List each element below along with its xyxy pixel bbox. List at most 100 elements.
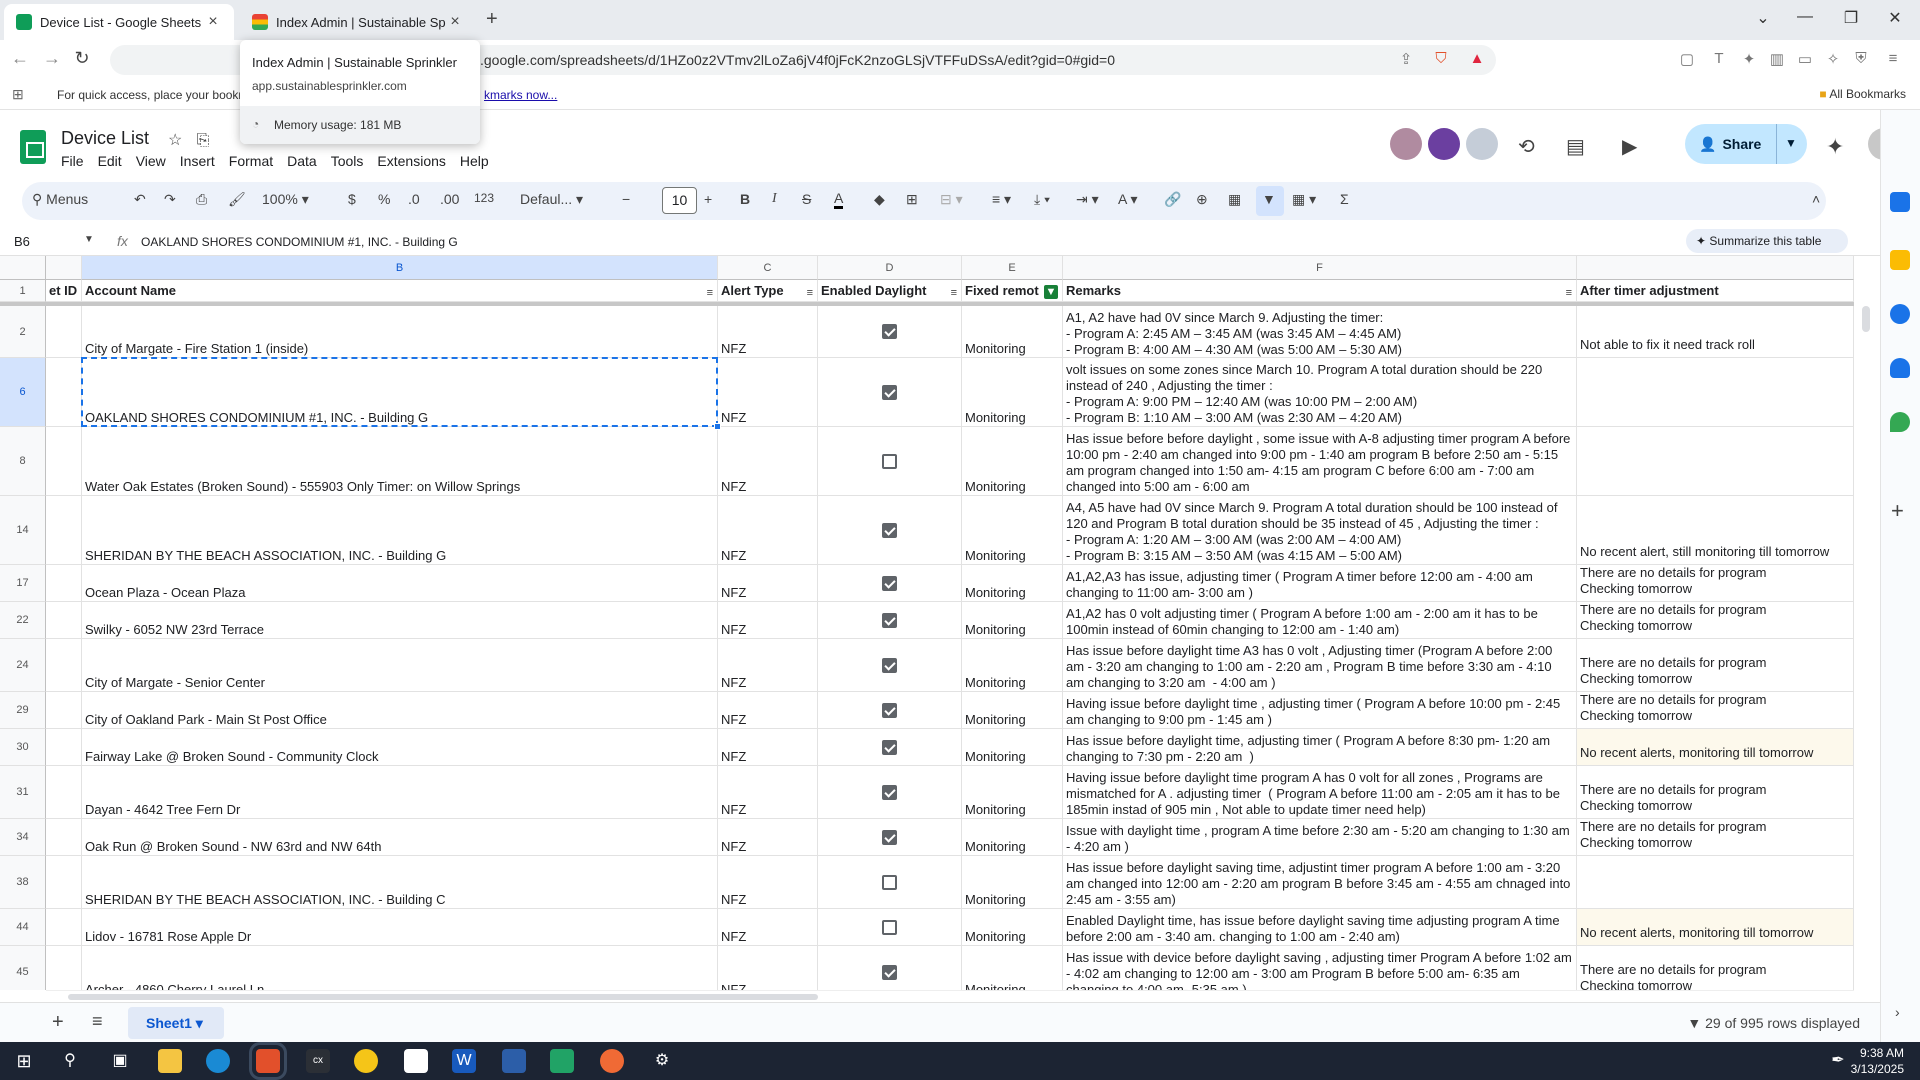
brave-shield-icon[interactable]: ⛉	[1430, 50, 1452, 67]
cell-e[interactable]: Monitoring	[962, 358, 1063, 427]
cell-f[interactable]: Has issue before daylight saving time, a…	[1063, 856, 1577, 909]
cell-f[interactable]: Has issue before daylight time, adjustin…	[1063, 729, 1577, 766]
row-header[interactable]: 24	[0, 639, 46, 692]
add-addon-icon[interactable]: +	[1891, 498, 1904, 524]
enabled-daylight-checkbox[interactable]	[882, 702, 897, 718]
task-view-icon[interactable]: ▣	[108, 1049, 132, 1073]
brave-rewards-icon[interactable]: ▲	[1466, 50, 1488, 67]
formula-input[interactable]: OAKLAND SHORES CONDOMINIUM #1, INC. - Bu…	[141, 235, 458, 249]
cell-g[interactable]: There are no details for program Checkin…	[1577, 565, 1854, 602]
cell-b[interactable]: City of Oakland Park - Main St Post Offi…	[82, 692, 718, 729]
cell-f[interactable]: A4, A5 have had 0V since March 9. Progra…	[1063, 496, 1577, 565]
back-icon[interactable]: ←	[8, 48, 32, 69]
cell-g[interactable]	[1577, 856, 1854, 909]
cell-g[interactable]: No recent alerts, monitoring till tomorr…	[1577, 729, 1854, 766]
col-d-header[interactable]: D	[818, 256, 962, 280]
font-select[interactable]: Defaul... ▾	[520, 191, 583, 208]
share-page-icon[interactable]: ⇪	[1395, 50, 1417, 68]
app-icon[interactable]: cx	[306, 1049, 330, 1073]
menu-insert[interactable]: Insert	[180, 153, 215, 169]
sheet-tab[interactable]: Sheet1 ▾	[128, 1007, 224, 1039]
borders-icon[interactable]: ⊞	[906, 191, 918, 208]
close-tab-icon[interactable]: ×	[446, 13, 464, 31]
collapse-toolbar-icon[interactable]: ˄	[1812, 191, 1820, 207]
settings-icon[interactable]: ⚙	[650, 1049, 674, 1073]
redo-icon[interactable]: ↷	[164, 191, 176, 208]
cell-g[interactable]: There are no details for program Checkin…	[1577, 602, 1854, 639]
cell-b[interactable]: Oak Run @ Broken Sound - NW 63rd and NW …	[82, 819, 718, 856]
cell-b[interactable]: City of Margate - Fire Station 1 (inside…	[82, 306, 718, 358]
row-header[interactable]: 1	[0, 280, 46, 302]
zoom-select[interactable]: 100% ▾	[262, 191, 309, 208]
filter-active-icon[interactable]: ▼	[1044, 285, 1058, 299]
filter-views-icon[interactable]: ▦ ▾	[1292, 191, 1316, 208]
cell-b[interactable]: City of Margate - Senior Center	[82, 639, 718, 692]
col-b-header[interactable]: B	[82, 256, 718, 280]
cell-a[interactable]	[46, 358, 82, 427]
tab-device-list[interactable]: Device List - Google Sheets ×	[4, 4, 234, 40]
column-header-a[interactable]: et ID	[46, 280, 82, 302]
tasks-icon[interactable]	[1890, 304, 1910, 324]
collaborator-avatar[interactable]	[1466, 128, 1498, 160]
currency-button[interactable]: $	[348, 191, 356, 207]
cell-a[interactable]	[46, 306, 82, 358]
menu-extensions[interactable]: Extensions	[377, 153, 445, 169]
calendar-icon[interactable]	[1890, 192, 1910, 212]
cell-c[interactable]: NFZ	[718, 909, 818, 946]
app-icon[interactable]	[600, 1049, 624, 1073]
close-window-icon[interactable]: ✕	[1880, 8, 1910, 28]
cell-c[interactable]: NFZ	[718, 639, 818, 692]
row-header[interactable]: 44	[0, 909, 46, 946]
cell-f[interactable]: volt issues on some zones since March 10…	[1063, 358, 1577, 427]
cell-f[interactable]: Enabled Daylight time, has issue before …	[1063, 909, 1577, 946]
spreadsheet-grid[interactable]: B C D E F 1 et ID Account Name ≡ Alert Type ≡ Enabl…	[0, 256, 1854, 990]
horizontal-scrollbar[interactable]	[46, 990, 1854, 1002]
cell-e[interactable]: Monitoring	[962, 427, 1063, 496]
close-tab-icon[interactable]: ×	[204, 13, 222, 31]
cell-a[interactable]	[46, 729, 82, 766]
vertical-scrollbar[interactable]	[1854, 256, 1880, 990]
text-wrap-icon[interactable]: ⇥ ▾	[1076, 191, 1099, 208]
column-header-b[interactable]: Account Name ≡	[82, 280, 718, 302]
translate-icon[interactable]: T	[1708, 50, 1730, 67]
cell-f[interactable]: Having issue before daylight time , adju…	[1063, 692, 1577, 729]
column-header-c[interactable]: Alert Type ≡	[718, 280, 818, 302]
cell-g[interactable]: There are no details for program Checkin…	[1577, 639, 1854, 692]
cell-d[interactable]	[818, 602, 962, 639]
cell-a[interactable]	[46, 766, 82, 819]
cell-f[interactable]: Has issue before before daylight , some …	[1063, 427, 1577, 496]
row-header[interactable]: 22	[0, 602, 46, 639]
cell-b[interactable]: Ocean Plaza - Ocean Plaza	[82, 565, 718, 602]
cell-f[interactable]: A1,A2 has 0 volt adjusting timer ( Progr…	[1063, 602, 1577, 639]
menu-icon[interactable]: ≡	[1882, 50, 1904, 67]
search-menus[interactable]: ⚲ Menus	[32, 191, 88, 208]
cell-g[interactable]: No recent alerts, monitoring till tomorr…	[1577, 909, 1854, 946]
paint-format-icon[interactable]: 🖌	[228, 191, 246, 208]
cell-d[interactable]	[818, 946, 962, 990]
cell-d[interactable]	[818, 856, 962, 909]
add-sheet-icon[interactable]: +	[52, 1011, 64, 1034]
cell-e[interactable]: Monitoring	[962, 856, 1063, 909]
forward-icon[interactable]: →	[40, 48, 64, 69]
app-icon[interactable]	[502, 1049, 526, 1073]
puzzle-icon[interactable]: ✦	[1738, 50, 1760, 68]
cell-a[interactable]	[46, 819, 82, 856]
cell-g[interactable]: There are no details for program Checkin…	[1577, 766, 1854, 819]
restore-icon[interactable]: ❐	[1836, 8, 1866, 28]
cell-e[interactable]: Monitoring	[962, 496, 1063, 565]
cell-c[interactable]: NFZ	[718, 427, 818, 496]
search-icon[interactable]: ⚲	[58, 1049, 82, 1073]
row-header[interactable]: 34	[0, 819, 46, 856]
cell-a[interactable]	[46, 856, 82, 909]
apps-icon[interactable]: ⊞	[12, 86, 24, 103]
gemini-icon[interactable]: ✦	[1826, 134, 1844, 160]
row-header[interactable]: 14	[0, 496, 46, 565]
word-icon[interactable]: W	[452, 1049, 476, 1073]
menu-edit[interactable]: Edit	[98, 153, 122, 169]
more-formats-button[interactable]: 123	[474, 191, 494, 205]
cell-c[interactable]: NFZ	[718, 729, 818, 766]
cell-b[interactable]: Water Oak Estates (Broken Sound) - 55590…	[82, 427, 718, 496]
filter-button-icon[interactable]: ≡	[807, 285, 813, 301]
cell-d[interactable]	[818, 692, 962, 729]
col-f-header[interactable]: F	[1063, 256, 1577, 280]
